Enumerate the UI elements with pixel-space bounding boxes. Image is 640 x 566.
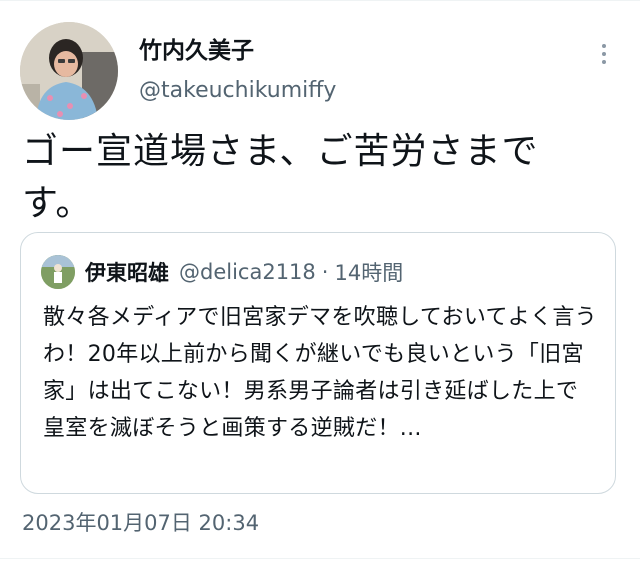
top-divider xyxy=(0,0,640,1)
more-dot xyxy=(602,44,606,48)
bottom-divider xyxy=(0,558,640,559)
quoted-author-avatar[interactable] xyxy=(41,255,75,289)
quoted-author-handle[interactable]: @delica2118 xyxy=(179,260,316,284)
more-dot xyxy=(602,60,606,64)
tweet-timestamp[interactable]: 2023年01月07日 20:34 xyxy=(22,508,259,538)
quoted-tweet-text: 散々各メディアで旧宮家デマを吹聴しておいてよく言うわ！20年以上前から聞くが継い… xyxy=(43,305,597,441)
tweet-text: ゴー宣道場さま、ご苦労さまです。 xyxy=(22,131,539,224)
quoted-author-display-name[interactable]: 伊東昭雄 xyxy=(85,257,169,287)
author-display-name[interactable]: 竹内久美子 xyxy=(139,36,254,66)
quoted-tweet-card[interactable]: 伊東昭雄 @delica2118 · 14時間 散々各メディアで旧宮家デマを吹聴… xyxy=(20,232,616,494)
separator-dot: · xyxy=(321,260,329,284)
author-handle[interactable]: @takeuchikumiffy xyxy=(139,76,336,106)
more-options-icon[interactable] xyxy=(590,40,618,68)
quoted-tweet-time[interactable]: 14時間 xyxy=(334,257,403,287)
quoted-tweet-header: 伊東昭雄 @delica2118 · 14時間 xyxy=(85,255,403,289)
author-avatar[interactable] xyxy=(20,22,118,120)
more-dot xyxy=(602,52,606,56)
